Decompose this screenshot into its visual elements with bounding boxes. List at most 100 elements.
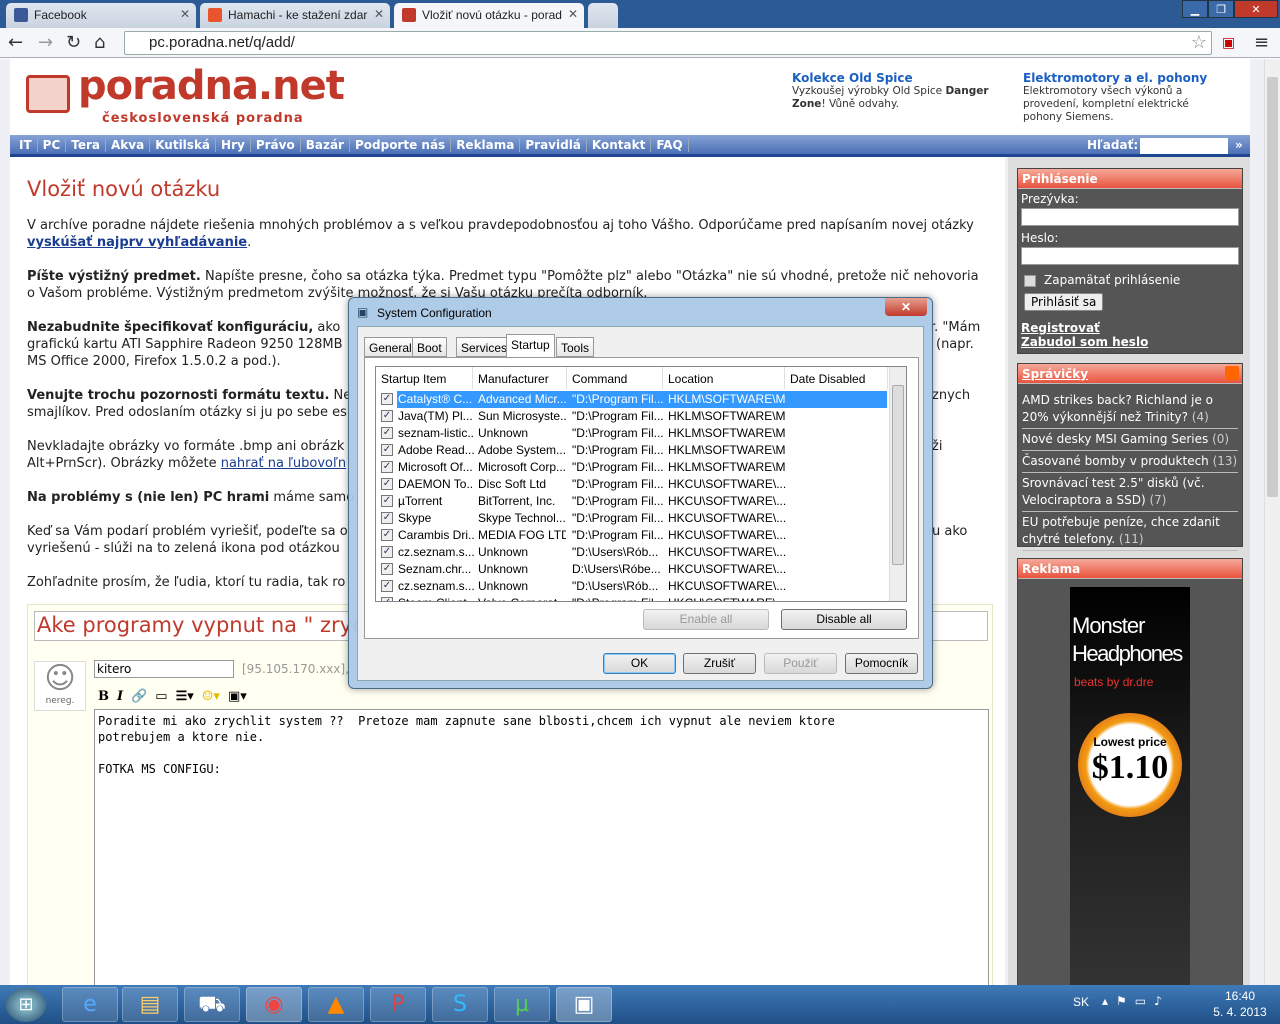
nav-faq[interactable]: FAQ xyxy=(651,137,689,152)
dialog-close-button[interactable]: ✕ xyxy=(885,298,927,316)
remember-checkbox[interactable] xyxy=(1024,274,1036,287)
address-bar[interactable]: pc.poradna.net/q/add/☆ xyxy=(124,31,1212,55)
nav-it[interactable]: IT xyxy=(14,137,38,152)
search-go-button[interactable]: » xyxy=(1230,138,1248,152)
column-startup-item[interactable]: Startup Item xyxy=(376,367,473,389)
nav-kontakt[interactable]: Kontakt xyxy=(587,137,652,152)
maximize-button[interactable]: ❐ xyxy=(1208,0,1234,18)
login-password-input[interactable] xyxy=(1021,247,1239,265)
register-link[interactable]: Registrovať xyxy=(1021,321,1100,335)
close-tab-icon[interactable]: ✕ xyxy=(180,7,190,21)
list-icon[interactable]: ☰▾ xyxy=(176,689,194,704)
startup-item-checkbox[interactable]: ✓ xyxy=(381,410,393,422)
skype-icon[interactable]: S xyxy=(432,987,488,1022)
msconfig-taskbar-icon[interactable]: ▣ xyxy=(556,987,612,1022)
bold-icon[interactable]: B xyxy=(98,689,109,704)
tab-services[interactable]: Services xyxy=(456,337,513,357)
startup-item-checkbox[interactable]: ✓ xyxy=(381,580,393,592)
nav-pc[interactable]: PC xyxy=(38,137,67,152)
back-icon[interactable]: ← xyxy=(8,32,23,53)
home-icon[interactable]: ⌂ xyxy=(94,32,105,53)
tab-startup[interactable]: Startup xyxy=(506,334,555,358)
startup-item-row[interactable]: ✓ cz.seznam.s... Unknown "D:\Users\Rób... HK… xyxy=(376,544,888,561)
login-nick-input[interactable] xyxy=(1021,208,1239,226)
column-location[interactable]: Location xyxy=(663,367,785,389)
bookmark-star-icon[interactable]: ☆ xyxy=(1191,32,1207,53)
news-item[interactable]: AMD strikes back? Richland je o 20% výko… xyxy=(1022,390,1238,429)
tab-facebook[interactable]: Facebook ✕ xyxy=(6,3,196,28)
startup-item-row[interactable]: ✓ Skype Skype Technol... "D:\Program Fil...… xyxy=(376,510,888,527)
search-input[interactable] xyxy=(1140,138,1228,154)
news-item[interactable]: Časované bomby v produktech (13) xyxy=(1022,451,1238,473)
tab-poradna[interactable]: Vložiť novú otázku - porad ✕ xyxy=(394,3,584,28)
column-date-disabled[interactable]: Date Disabled xyxy=(785,367,888,389)
startup-item-checkbox[interactable]: ✓ xyxy=(381,444,393,456)
code-icon[interactable]: ▣▾ xyxy=(228,689,247,704)
startup-items-list[interactable]: Startup Item Manufacturer Command Locati… xyxy=(375,366,907,602)
nav-bazar[interactable]: Bazár xyxy=(301,137,350,152)
page-scrollbar[interactable] xyxy=(1264,59,1280,985)
startup-item-row[interactable]: ✓ Catalyst® C... Advanced Micr... "D:\Progr… xyxy=(376,391,888,408)
nav-kutilska[interactable]: Kutilská xyxy=(150,137,217,152)
news-item[interactable]: Nové desky MSI Gaming Series (0) xyxy=(1022,429,1238,451)
close-tab-icon[interactable]: ✕ xyxy=(568,7,578,21)
clock-date[interactable]: 5. 4. 2013 xyxy=(1200,1005,1280,1019)
startup-item-row[interactable]: ✓ Adobe Read... Adobe System... "D:\Program… xyxy=(376,442,888,459)
nav-pravo[interactable]: Právo xyxy=(251,137,301,152)
list-scrollbar-thumb[interactable] xyxy=(892,385,904,565)
uk-flag-icon[interactable]: ▣ xyxy=(1222,35,1235,51)
login-button[interactable]: Prihlásiť sa xyxy=(1024,293,1104,311)
disable-all-button[interactable]: Disable all xyxy=(781,609,907,630)
utorrent-icon[interactable]: µ xyxy=(494,987,550,1022)
startup-item-checkbox[interactable]: ✓ xyxy=(381,495,393,507)
minimize-button[interactable]: ▁ xyxy=(1182,0,1208,18)
news-item[interactable]: Srovnávací test 2.5" disků (vč. Velocira… xyxy=(1022,473,1238,512)
headphones-banner-ad[interactable]: Monster Headphones beats by dr.dre Lowes… xyxy=(1070,587,1190,985)
text-ad-old-spice[interactable]: Kolekce Old Spice Vyzkoušej výrobky Old … xyxy=(792,71,1002,111)
startup-item-checkbox[interactable]: ✓ xyxy=(381,512,393,524)
startup-item-row[interactable]: ✓ Microsoft Of... Microsoft Corp... "D:\Pro… xyxy=(376,459,888,476)
startup-item-checkbox[interactable]: ✓ xyxy=(381,461,393,473)
startup-item-row[interactable]: ✓ µTorrent BitTorrent, Inc. "D:\Program Fil… xyxy=(376,493,888,510)
column-command[interactable]: Command xyxy=(567,367,663,389)
nav-hry[interactable]: Hry xyxy=(216,137,251,152)
nav-podporte[interactable]: Podporte nás xyxy=(350,137,452,152)
menu-icon[interactable]: ≡ xyxy=(1254,32,1269,53)
link-icon[interactable]: 🔗 xyxy=(131,689,147,704)
site-logo[interactable]: poradna.net xyxy=(78,63,345,109)
list-scrollbar[interactable] xyxy=(889,367,906,601)
nav-reklama[interactable]: Reklama xyxy=(451,137,521,152)
new-tab-button[interactable] xyxy=(588,3,618,28)
truck-app-icon[interactable]: ⛟ xyxy=(184,987,240,1022)
search-link[interactable]: vyskúšať najprv vyhľadávanie xyxy=(27,235,247,250)
startup-item-row[interactable]: ✓ Seznam.chr... Unknown D:\Users\Róbe... HKC… xyxy=(376,561,888,578)
startup-item-checkbox[interactable]: ✓ xyxy=(381,597,393,601)
scrollbar-thumb[interactable] xyxy=(1267,77,1278,497)
close-tab-icon[interactable]: ✕ xyxy=(374,7,384,21)
tab-boot[interactable]: Boot xyxy=(412,337,447,357)
news-item[interactable]: EU potřebuje peníze, chce zdanit chytré … xyxy=(1022,512,1238,551)
italic-icon[interactable]: I xyxy=(117,689,123,704)
column-manufacturer[interactable]: Manufacturer xyxy=(473,367,567,389)
startup-item-checkbox[interactable]: ✓ xyxy=(381,393,393,405)
startup-item-checkbox[interactable]: ✓ xyxy=(381,478,393,490)
help-button[interactable]: Pomocník xyxy=(845,653,918,674)
question-body-textarea[interactable]: Poradite mi ako zrychlit system ?? Preto… xyxy=(94,709,989,985)
apply-button[interactable]: Použiť xyxy=(764,653,837,674)
text-ad-elektromotory[interactable]: Elektromotory a el. pohony Elektromotory… xyxy=(1023,71,1223,124)
startup-item-row[interactable]: ✓ cz.seznam.s... Unknown "D:\Users\Rób... HK… xyxy=(376,578,888,595)
nick-input[interactable]: kitero xyxy=(94,660,234,678)
reload-icon[interactable]: ↻ xyxy=(66,32,81,53)
chrome-icon[interactable]: ◉ xyxy=(246,987,302,1022)
internet-explorer-icon[interactable]: e xyxy=(62,987,118,1022)
news-title-link[interactable]: Správičky xyxy=(1022,367,1088,381)
tab-general[interactable]: General xyxy=(364,337,417,357)
quote-icon[interactable]: ▭ xyxy=(155,689,167,704)
file-explorer-icon[interactable]: ▤ xyxy=(122,987,178,1022)
tab-hamachi[interactable]: Hamachi - ke stažení zdar ✕ xyxy=(200,3,390,28)
forward-icon[interactable]: → xyxy=(38,32,53,53)
tray-icons[interactable]: ▴⚑▭♪ xyxy=(1102,994,1170,1008)
ok-button[interactable]: OK xyxy=(603,653,676,674)
nav-akva[interactable]: Akva xyxy=(106,137,151,152)
startup-item-checkbox[interactable]: ✓ xyxy=(381,563,393,575)
